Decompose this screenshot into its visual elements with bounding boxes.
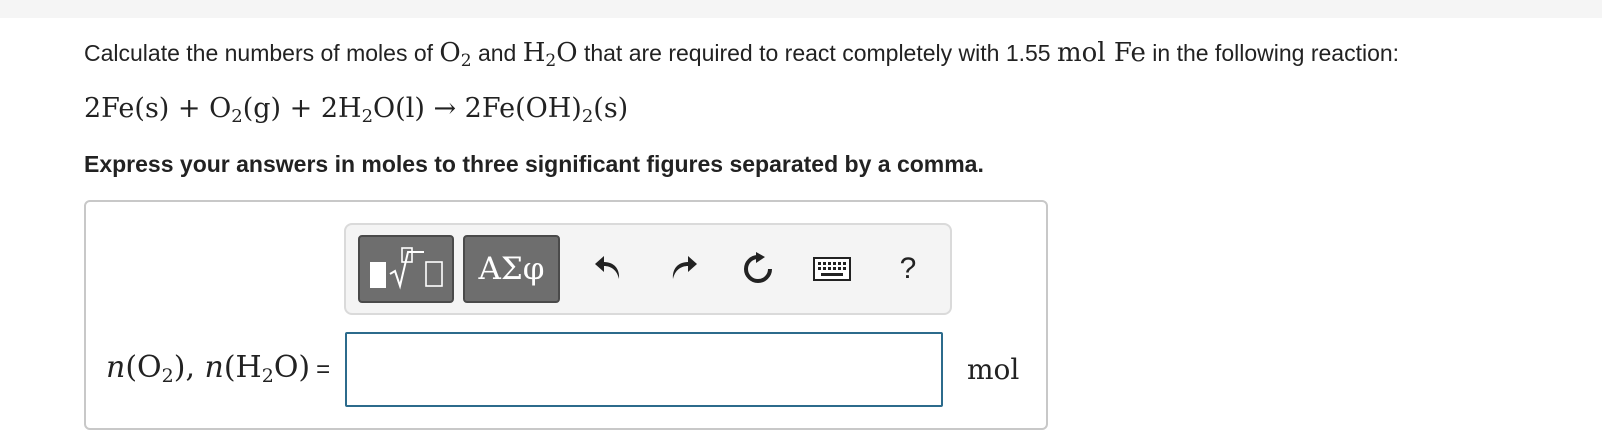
unit-label: mol xyxy=(967,353,1020,386)
greek-symbols-button[interactable]: ΑΣφ xyxy=(463,235,560,303)
redo-icon[interactable] xyxy=(664,249,704,289)
templates-icon xyxy=(370,247,443,290)
top-strip xyxy=(0,0,1602,18)
reset-icon[interactable] xyxy=(738,249,778,289)
answer-input[interactable] xyxy=(345,332,943,407)
question-text: Calculate the numbers of moles of O2 and… xyxy=(84,38,1400,71)
undo-icon[interactable] xyxy=(588,249,628,289)
math-toolbar: ΑΣφ ? xyxy=(344,223,952,315)
templates-button[interactable] xyxy=(358,235,454,303)
keyboard-icon[interactable] xyxy=(812,249,852,289)
answer-label: n(O2), n(H2O) = xyxy=(106,350,331,387)
instruction-text: Express your answers in moles to three s… xyxy=(84,151,984,177)
answer-panel: ΑΣφ ? n(O2), n(H2O) = mol xyxy=(84,200,1048,430)
reaction-equation: 2Fe(s) + O2(g) + 2H2O(l) → 2Fe(OH)2(s) xyxy=(84,93,629,127)
help-button[interactable]: ? xyxy=(888,249,928,289)
